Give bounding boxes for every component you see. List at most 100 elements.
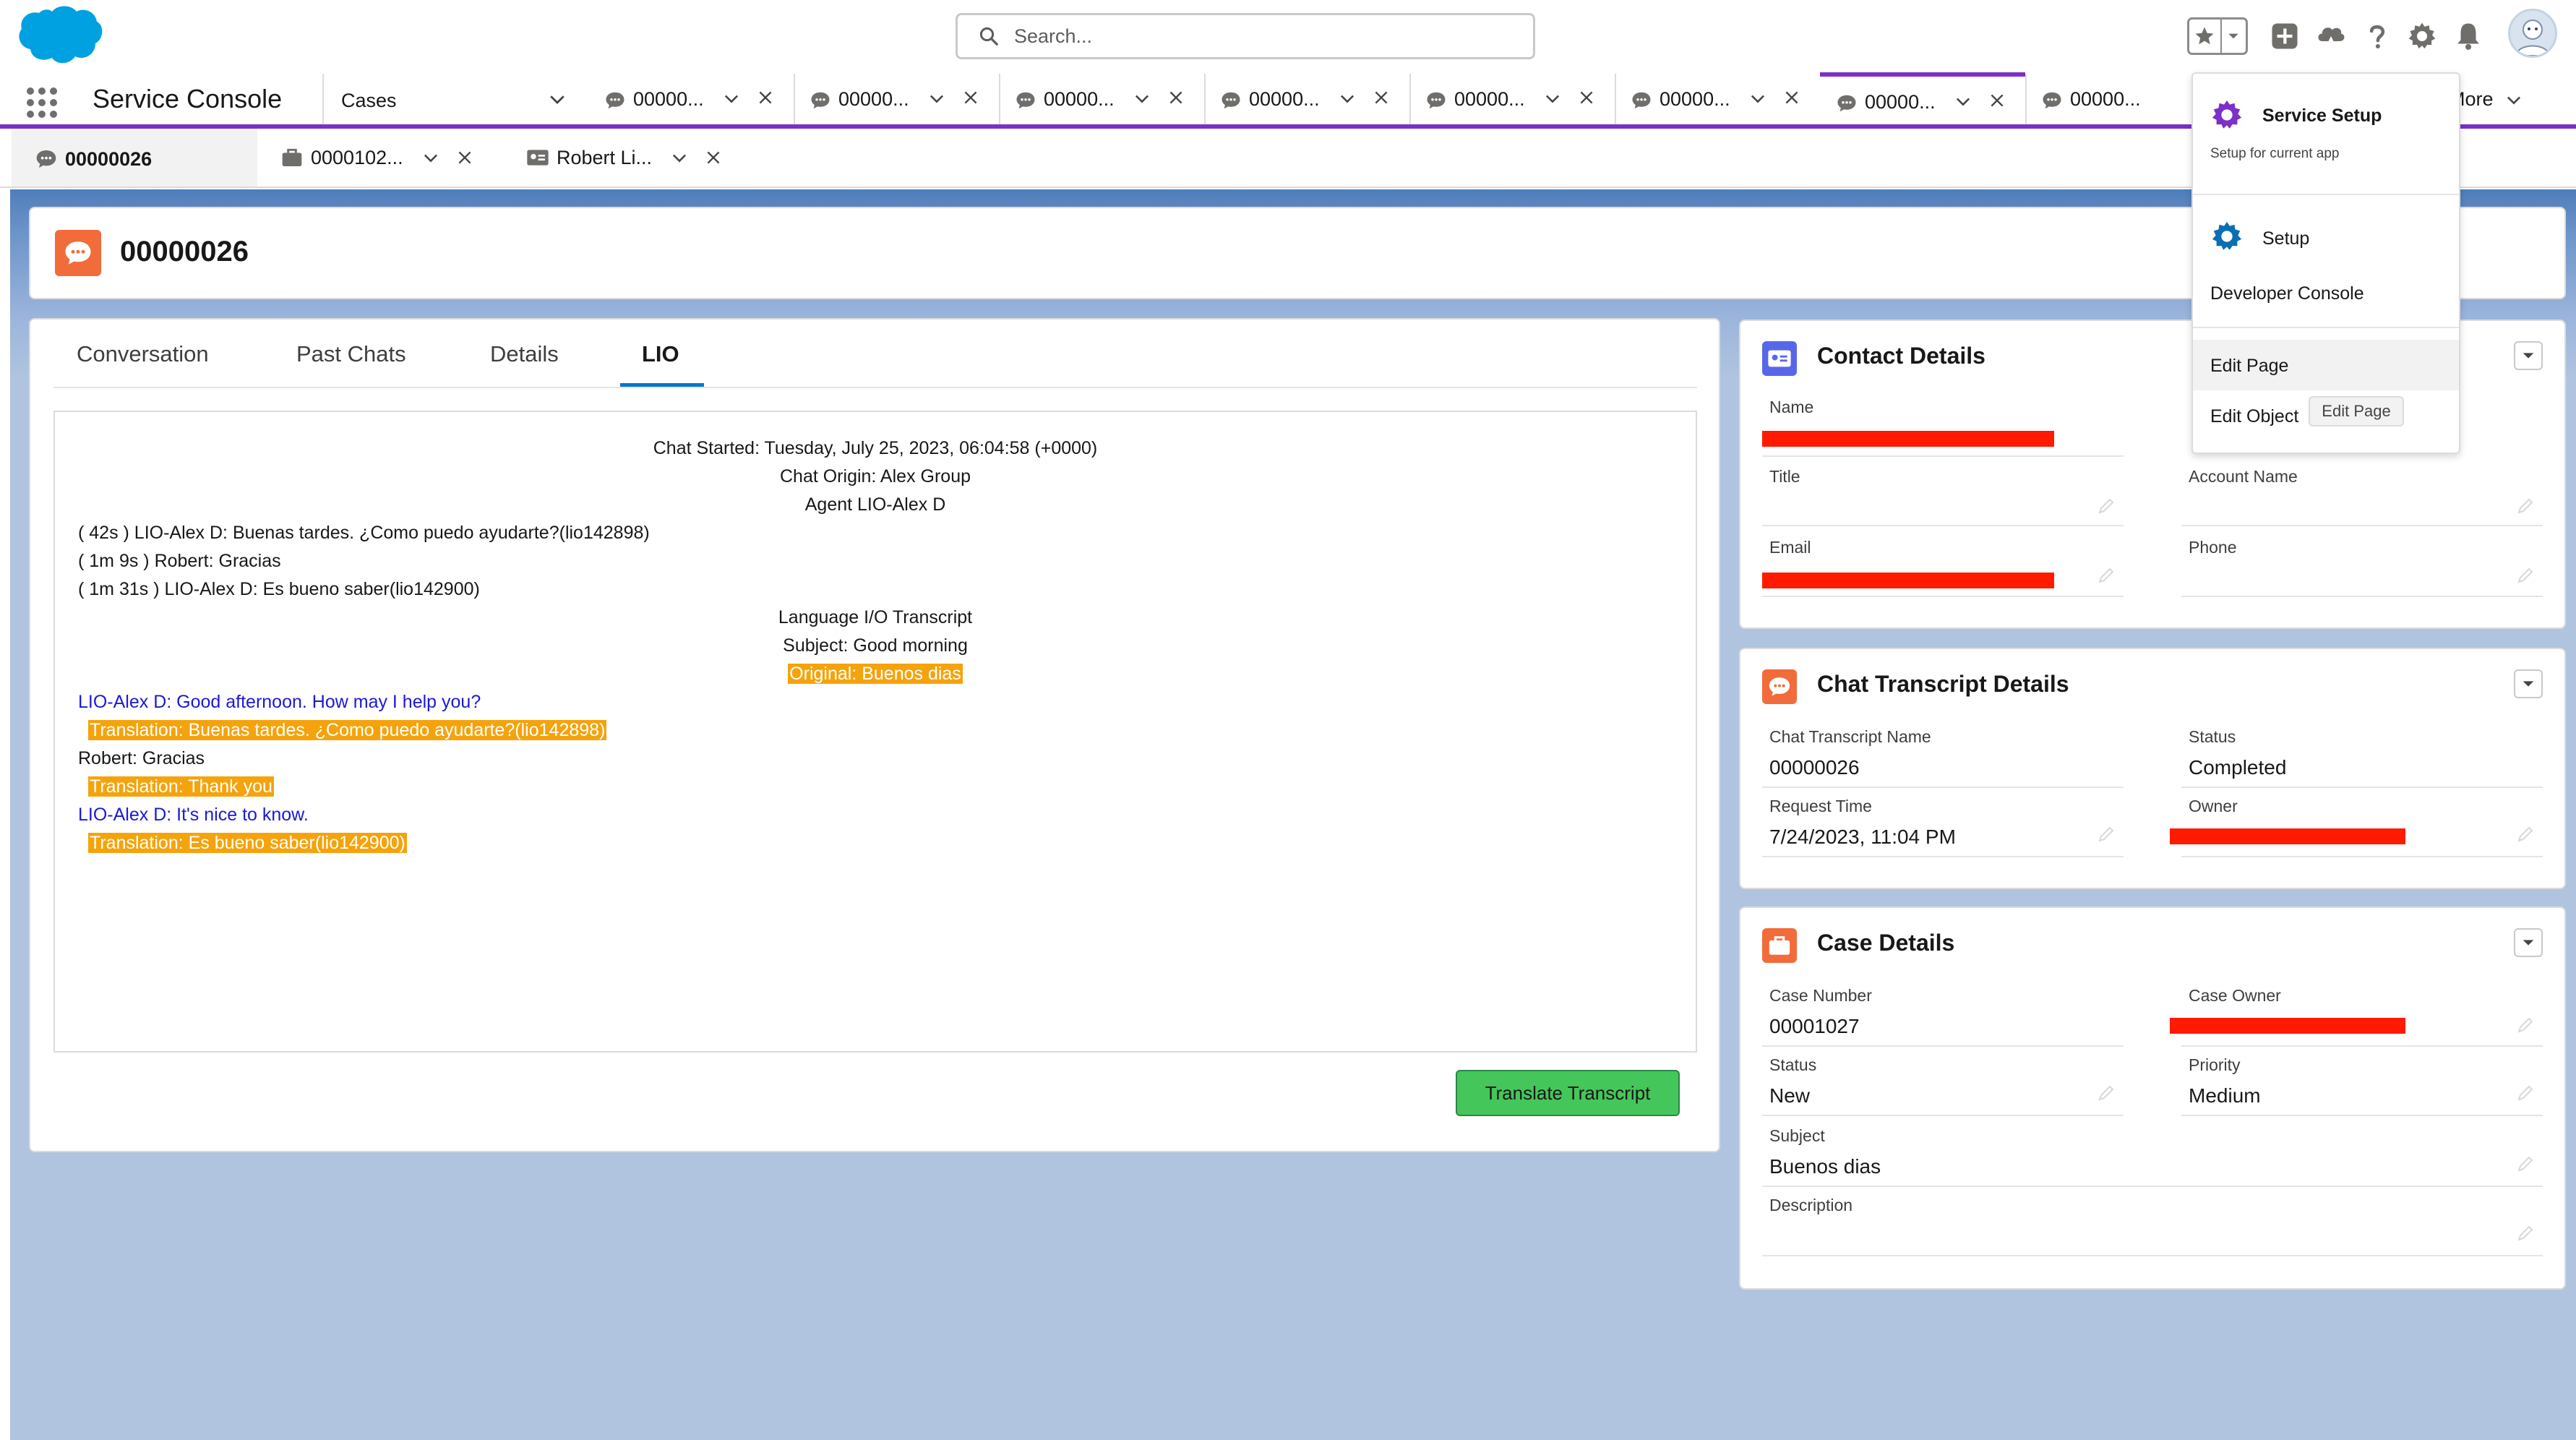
chevron-down-icon[interactable]: [546, 88, 568, 110]
chat-icon: [1632, 92, 1651, 109]
close-icon[interactable]: [756, 88, 775, 107]
close-icon[interactable]: [1988, 91, 2006, 110]
chevron-down-icon[interactable]: [421, 147, 441, 168]
pencil-icon[interactable]: [2098, 497, 2115, 515]
avatar[interactable]: [2508, 9, 2557, 58]
salesforce-cloud-logo[interactable]: [14, 4, 104, 67]
chevron-down-icon[interactable]: [2222, 29, 2246, 43]
close-icon[interactable]: [1167, 88, 1185, 107]
chevron-down-icon[interactable]: [721, 88, 742, 108]
menu-divider: [2193, 194, 2459, 195]
workspace-tab[interactable]: 00000...: [1409, 74, 1615, 124]
workspace-tab-label: 00000...: [633, 88, 704, 110]
chevron-down-icon[interactable]: [669, 147, 690, 168]
workspace-tab[interactable]: 00000...: [794, 74, 999, 124]
pencil-icon[interactable]: [2517, 826, 2534, 843]
case-subject-label: Subject: [1769, 1126, 1825, 1145]
chat-status-value: Completed: [2189, 756, 2287, 779]
nav-item-cases[interactable]: Cases: [324, 74, 581, 124]
menu-item-label: Developer Console: [2210, 283, 2364, 304]
subtab-label: 00000026: [65, 147, 153, 170]
chat-icon: [2043, 92, 2061, 109]
add-icon[interactable]: [2267, 16, 2303, 56]
menu-item-developer-console[interactable]: Developer Console: [2193, 275, 2459, 318]
favorites-group[interactable]: [2187, 17, 2248, 55]
case-number-label: Case Number: [1769, 986, 1872, 1005]
workspace-tab-label: 00000...: [1865, 91, 1936, 113]
workspace-tab[interactable]: 00000...: [999, 74, 1204, 124]
workspace-tab[interactable]: 00000...: [1204, 74, 1409, 124]
translate-transcript-button[interactable]: Translate Transcript: [1456, 1070, 1680, 1116]
close-icon[interactable]: [1782, 88, 1801, 107]
subtab-chat-transcript[interactable]: 00000026: [12, 129, 257, 187]
lio-translation-row: Translation: Thank you: [88, 775, 274, 798]
nav-item-label: Cases: [341, 90, 397, 111]
card-menu-button[interactable]: [2514, 341, 2543, 370]
contact-title-label: Title: [1769, 467, 1800, 486]
transcript-line: ( 1m 31s ) LIO-Alex D: Es bueno saber(li…: [78, 579, 480, 599]
close-icon[interactable]: [455, 148, 474, 167]
lio-translation: Translation: Es bueno saber(lio142900): [88, 833, 407, 853]
chevron-down-icon[interactable]: [1953, 91, 1973, 111]
field-divider: [1762, 1255, 2543, 1256]
case-description-label: Description: [1769, 1196, 1853, 1214]
pencil-icon[interactable]: [2517, 1084, 2534, 1102]
tab-details[interactable]: Details: [490, 341, 559, 367]
close-icon[interactable]: [1372, 88, 1391, 107]
close-icon[interactable]: [1577, 88, 1596, 107]
bell-icon[interactable]: [2450, 16, 2486, 56]
chevron-down-icon[interactable]: [1748, 88, 1768, 108]
chat-request-label: Request Time: [1769, 797, 1872, 815]
chevron-down-icon[interactable]: [1132, 88, 1152, 108]
workspace-tab[interactable]: 00000...: [1615, 74, 1820, 124]
close-icon[interactable]: [961, 88, 980, 107]
close-icon[interactable]: [704, 148, 723, 167]
subtab-label: 0000102...: [311, 146, 403, 168]
contact-details-title: Contact Details: [1817, 343, 1985, 369]
gear-icon[interactable]: [2404, 16, 2440, 56]
pencil-icon[interactable]: [2517, 1225, 2534, 1242]
chat-icon: [1837, 95, 1856, 112]
lio-message-customer: Robert: Gracias: [78, 748, 205, 768]
pencil-icon[interactable]: [2517, 497, 2534, 515]
subtab-contact[interactable]: Robert Li...: [503, 129, 749, 187]
edit-page-tooltip: Edit Page: [2309, 396, 2404, 427]
case-subject-value: Buenos dias: [1769, 1155, 1881, 1178]
pencil-icon[interactable]: [2517, 1155, 2534, 1173]
field-divider: [1762, 525, 2124, 526]
chevron-down-icon[interactable]: [927, 88, 947, 108]
tab-conversation[interactable]: Conversation: [77, 341, 209, 367]
star-icon[interactable]: [2189, 20, 2222, 53]
menu-item-edit-page[interactable]: Edit Page: [2193, 340, 2459, 390]
card-menu-button[interactable]: [2514, 928, 2543, 957]
chat-transcript-details-card: Chat Transcript Details Chat Transcript …: [1739, 648, 2566, 889]
tab-lio[interactable]: LIO: [642, 341, 679, 367]
pencil-icon[interactable]: [2517, 1016, 2534, 1034]
menu-divider: [2193, 327, 2459, 328]
pencil-icon[interactable]: [2098, 567, 2115, 584]
workspace-tab[interactable]: 00000...: [588, 74, 794, 124]
global-search[interactable]: [956, 13, 1535, 59]
card-menu-button[interactable]: [2514, 669, 2543, 698]
menu-item-service-setup[interactable]: Service Setup Setup for current app: [2193, 88, 2459, 175]
trailhead-icon[interactable]: [2313, 16, 2349, 56]
app-launcher-icon[interactable]: [25, 85, 59, 120]
field-divider: [1762, 856, 2124, 857]
case-status-value: New: [1769, 1084, 1811, 1107]
search-input[interactable]: [1014, 25, 1506, 48]
pencil-icon[interactable]: [2098, 1084, 2115, 1102]
lio-translation-row: Translation: Buenas tardes. ¿Como puedo …: [88, 719, 607, 742]
workspace-tab-active[interactable]: 00000...: [1820, 72, 2025, 123]
menu-item-setup[interactable]: Setup: [2193, 211, 2459, 269]
lio-subject: Subject: Good morning: [783, 635, 968, 656]
help-icon[interactable]: [2359, 16, 2395, 56]
pencil-icon[interactable]: [2517, 567, 2534, 584]
tab-past-chats[interactable]: Past Chats: [296, 341, 406, 367]
chevron-down-icon[interactable]: [1337, 88, 1357, 108]
subtab-case[interactable]: 0000102...: [257, 129, 503, 187]
pencil-icon[interactable]: [2098, 826, 2115, 843]
menu-item-sublabel: Setup for current app: [2210, 146, 2340, 161]
transcript-box: Chat Started: Tuesday, July 25, 2023, 06…: [53, 411, 1697, 1053]
chevron-down-icon[interactable]: [1542, 88, 1563, 108]
lio-translation-row: Translation: Es bueno saber(lio142900): [88, 831, 407, 854]
